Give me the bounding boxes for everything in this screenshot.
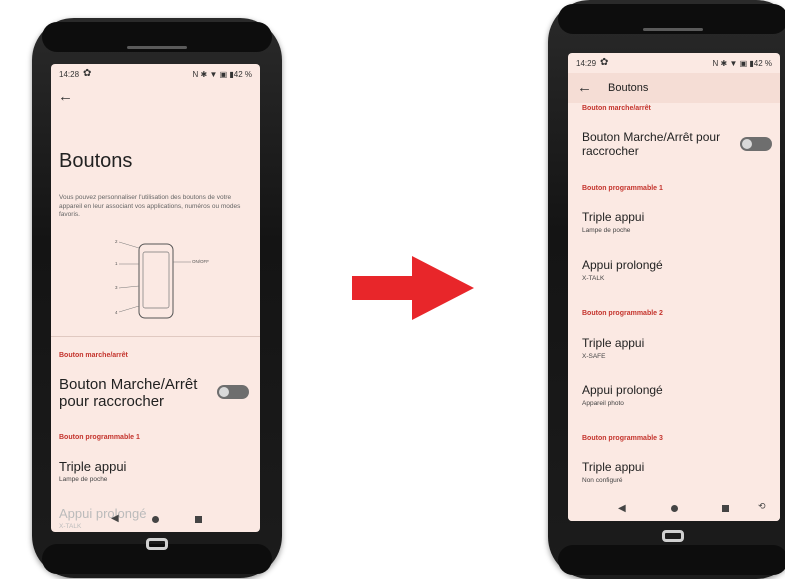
power-toggle-switch[interactable] <box>217 385 249 399</box>
nav-home-icon[interactable] <box>152 516 159 523</box>
long-press-value: Appareil photo <box>582 400 624 407</box>
status-icons: N ✱ ▼ ▣ ▮42 % <box>712 59 772 68</box>
right-screen: 14:29 ✿ N ✱ ▼ ▣ ▮42 % ← Boutons Bouton m… <box>568 53 780 521</box>
long-press-value: X-TALK <box>59 523 82 530</box>
long-press-title[interactable]: Appui prolongé <box>582 382 663 399</box>
status-time: 14:28 <box>59 70 80 79</box>
diagram-label-onoff: ON/OFF <box>192 259 209 264</box>
nav-back-icon[interactable]: ◀ <box>618 503 626 514</box>
triple-press-title[interactable]: Triple appui <box>59 458 126 475</box>
triple-press-title[interactable]: Triple appui <box>582 459 644 476</box>
long-press-title[interactable]: Appui prolongé <box>59 505 146 522</box>
speaker-grille <box>127 46 187 49</box>
triple-press-value: Non configuré <box>582 477 623 484</box>
diagram-label-3: 3 <box>115 285 118 290</box>
status-time: 14:29 <box>576 59 597 68</box>
triple-press-value: Lampe de poche <box>582 227 631 234</box>
arrow-right-icon <box>352 256 474 320</box>
back-arrow-icon[interactable]: ← <box>58 88 73 105</box>
power-setting-label[interactable]: Bouton Marche/Arrêt pour raccrocher <box>582 130 732 158</box>
navigation-bar: ◀ ⟲ <box>568 495 780 521</box>
left-phone: 14:28 ✿ N ✱ ▼ ▣ ▮42 % ← Boutons Vous pou… <box>32 18 282 578</box>
gear-icon: ✿ <box>600 57 609 68</box>
status-icons: N ✱ ▼ ▣ ▮42 % <box>192 70 252 79</box>
speaker-grille <box>643 28 703 31</box>
status-bar: 14:28 ✿ N ✱ ▼ ▣ ▮42 % <box>51 64 260 84</box>
page-title: Boutons <box>59 150 133 172</box>
rotate-icon[interactable]: ⟲ <box>758 501 766 512</box>
phone-bottom-bumper <box>558 545 785 575</box>
nav-recents-icon[interactable] <box>722 505 729 512</box>
left-screen: 14:28 ✿ N ✱ ▼ ▣ ▮42 % ← Boutons Vous pou… <box>51 64 260 532</box>
diagram-label-2: 2 <box>115 239 118 244</box>
diagram-label-1: 1 <box>115 261 118 266</box>
section-header-prog1: Bouton programmable 1 <box>59 434 140 441</box>
right-phone: 14:29 ✿ N ✱ ▼ ▣ ▮42 % ← Boutons Bouton m… <box>548 0 785 579</box>
back-arrow-icon[interactable]: ← <box>577 79 592 96</box>
diagram-label-4: 4 <box>115 310 118 315</box>
power-setting-label[interactable]: Bouton Marche/Arrêt pour raccrocher <box>59 376 209 410</box>
nav-back-icon[interactable]: ◀ <box>111 513 119 524</box>
section-header-power: Bouton marche/arrêt <box>59 352 128 359</box>
section-divider <box>51 336 260 337</box>
triple-press-value: Lampe de poche <box>59 476 108 483</box>
triple-press-title[interactable]: Triple appui <box>582 209 644 226</box>
page-description: Vous pouvez personnaliser l'utilisation … <box>59 194 241 218</box>
long-press-title[interactable]: Appui prolongé <box>582 257 663 274</box>
gear-icon: ✿ <box>83 68 92 79</box>
long-press-value: X-TALK <box>582 275 605 282</box>
status-bar: 14:29 ✿ N ✱ ▼ ▣ ▮42 % <box>568 53 780 73</box>
section-header-prog3: Bouton programmable 3 <box>582 435 663 442</box>
nav-recents-icon[interactable] <box>195 516 202 523</box>
device-buttons-diagram <box>118 241 191 319</box>
section-header-prog1: Bouton programmable 1 <box>582 185 663 192</box>
triple-press-value: X-SAFE <box>582 353 606 360</box>
section-header-power: Bouton marche/arrêt <box>582 105 651 112</box>
app-bar-title: Boutons <box>608 82 649 94</box>
nav-home-icon[interactable] <box>671 505 678 512</box>
section-header-prog2: Bouton programmable 2 <box>582 310 663 317</box>
app-bar: ← Boutons <box>568 73 780 103</box>
triple-press-title[interactable]: Triple appui <box>582 335 644 352</box>
brand-logo-icon <box>662 530 684 542</box>
brand-logo-icon <box>146 538 168 550</box>
power-toggle-switch[interactable] <box>740 137 772 151</box>
